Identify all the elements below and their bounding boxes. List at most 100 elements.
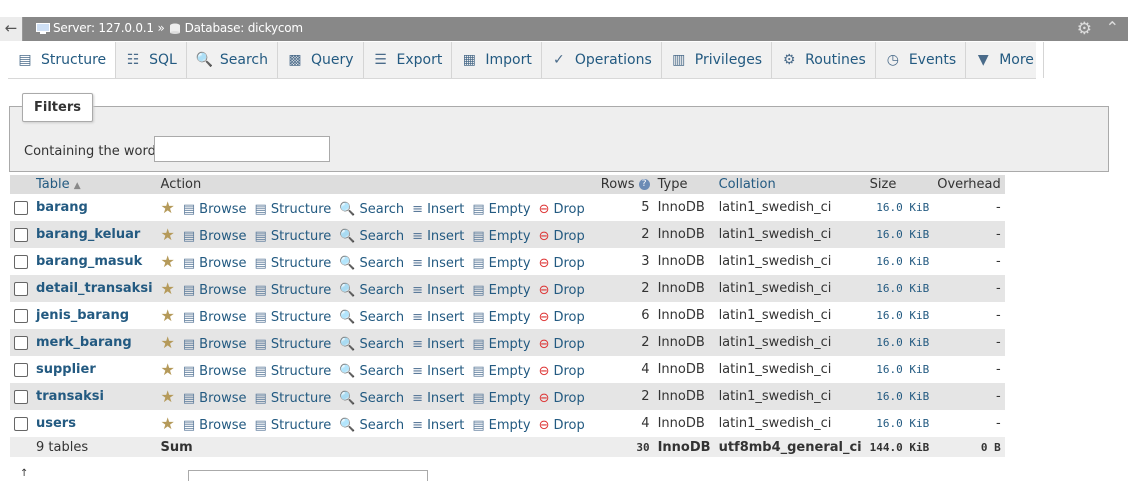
insert-action[interactable]: ≡ Insert	[412, 364, 464, 379]
collation[interactable]: latin1_swedish_ci	[714, 329, 866, 356]
browse-action[interactable]: ▤ Browse	[183, 310, 247, 325]
structure-action[interactable]: ▤ Structure	[255, 310, 332, 325]
table-column-header[interactable]: Table ▲	[32, 175, 157, 194]
collation[interactable]: latin1_swedish_ci	[714, 302, 866, 329]
collation[interactable]: latin1_swedish_ci	[714, 356, 866, 383]
drop-action[interactable]: ⊖ Drop	[539, 283, 585, 298]
search-action[interactable]: 🔍 Search	[339, 391, 404, 406]
gear-icon[interactable]: ⚙	[1077, 19, 1092, 39]
insert-action[interactable]: ≡ Insert	[412, 229, 464, 244]
row-checkbox[interactable]	[14, 389, 28, 404]
insert-action[interactable]: ≡ Insert	[412, 283, 464, 298]
table-name-link[interactable]: barang_masuk	[32, 248, 157, 275]
structure-action[interactable]: ▤ Structure	[255, 229, 332, 244]
row-checkbox[interactable]	[14, 254, 28, 269]
drop-action[interactable]: ⊖ Drop	[539, 229, 585, 244]
tab-events[interactable]: ◷ Events	[876, 42, 967, 78]
empty-action[interactable]: ▤ Empty	[472, 391, 530, 406]
empty-action[interactable]: ▤ Empty	[472, 418, 530, 433]
browse-action[interactable]: ▤ Browse	[183, 418, 247, 433]
tab-query[interactable]: ▩ Query	[278, 42, 364, 78]
collation[interactable]: latin1_swedish_ci	[714, 410, 866, 437]
bulk-action-select[interactable]	[188, 470, 428, 481]
collation[interactable]: latin1_swedish_ci	[714, 383, 866, 410]
empty-action[interactable]: ▤ Empty	[472, 364, 530, 379]
browse-action[interactable]: ▤ Browse	[183, 337, 247, 352]
tab-import[interactable]: ▦ Import	[452, 42, 542, 78]
structure-action[interactable]: ▤ Structure	[255, 418, 332, 433]
tab-sql[interactable]: ☷ SQL	[116, 42, 187, 78]
search-action[interactable]: 🔍 Search	[339, 310, 404, 325]
empty-action[interactable]: ▤ Empty	[472, 283, 530, 298]
table-size[interactable]: 16.0 KiB	[865, 302, 934, 329]
structure-action[interactable]: ▤ Structure	[255, 202, 332, 217]
favorite-star-icon[interactable]: ★	[161, 252, 175, 271]
search-action[interactable]: 🔍 Search	[339, 418, 404, 433]
help-icon[interactable]: ?	[638, 179, 650, 190]
tab-search[interactable]: 🔍 Search	[187, 42, 278, 78]
collation[interactable]: latin1_swedish_ci	[714, 194, 866, 221]
empty-action[interactable]: ▤ Empty	[472, 310, 530, 325]
collation-column-header[interactable]: Collation	[714, 175, 866, 194]
favorite-star-icon[interactable]: ★	[161, 306, 175, 325]
tab-structure[interactable]: ▤ Structure	[8, 42, 117, 78]
row-checkbox[interactable]	[14, 308, 28, 323]
favorite-star-icon[interactable]: ★	[161, 387, 175, 406]
collation[interactable]: latin1_swedish_ci	[714, 221, 866, 248]
row-checkbox[interactable]	[14, 416, 28, 431]
browse-action[interactable]: ▤ Browse	[183, 229, 247, 244]
row-checkbox[interactable]	[14, 281, 28, 296]
tab-privileges[interactable]: ▥ Privileges	[662, 42, 773, 78]
browse-action[interactable]: ▤ Browse	[183, 364, 247, 379]
search-action[interactable]: 🔍 Search	[339, 283, 404, 298]
table-size[interactable]: 16.0 KiB	[865, 194, 934, 221]
table-size[interactable]: 16.0 KiB	[865, 221, 934, 248]
table-size[interactable]: 16.0 KiB	[865, 329, 934, 356]
empty-action[interactable]: ▤ Empty	[472, 337, 530, 352]
table-size[interactable]: 16.0 KiB	[865, 383, 934, 410]
table-name-link[interactable]: supplier	[32, 356, 157, 383]
table-size[interactable]: 16.0 KiB	[865, 410, 934, 437]
row-checkbox[interactable]	[14, 200, 28, 215]
insert-action[interactable]: ≡ Insert	[412, 391, 464, 406]
favorite-star-icon[interactable]: ★	[161, 360, 175, 379]
structure-action[interactable]: ▤ Structure	[255, 364, 332, 379]
favorite-star-icon[interactable]: ★	[161, 279, 175, 298]
favorite-star-icon[interactable]: ★	[161, 414, 175, 433]
search-action[interactable]: 🔍 Search	[339, 229, 404, 244]
table-name-link[interactable]: merk_barang	[32, 329, 157, 356]
browse-action[interactable]: ▤ Browse	[183, 202, 247, 217]
insert-action[interactable]: ≡ Insert	[412, 310, 464, 325]
drop-action[interactable]: ⊖ Drop	[539, 364, 585, 379]
favorite-star-icon[interactable]: ★	[161, 198, 175, 217]
empty-action[interactable]: ▤ Empty	[472, 229, 530, 244]
search-action[interactable]: 🔍 Search	[339, 256, 404, 271]
search-action[interactable]: 🔍 Search	[339, 202, 404, 217]
tab-more[interactable]: ▼ More	[966, 42, 1044, 78]
drop-action[interactable]: ⊖ Drop	[539, 418, 585, 433]
breadcrumb-server[interactable]: Server: 127.0.0.1 »	[53, 21, 165, 35]
drop-action[interactable]: ⊖ Drop	[539, 256, 585, 271]
search-action[interactable]: 🔍 Search	[339, 337, 404, 352]
tab-export[interactable]: ☰ Export	[364, 42, 453, 78]
drop-action[interactable]: ⊖ Drop	[539, 337, 585, 352]
tab-operations[interactable]: ✓ Operations	[542, 42, 662, 78]
insert-action[interactable]: ≡ Insert	[412, 337, 464, 352]
insert-action[interactable]: ≡ Insert	[412, 202, 464, 217]
drop-action[interactable]: ⊖ Drop	[539, 391, 585, 406]
table-name-link[interactable]: barang_keluar	[32, 221, 157, 248]
table-name-link[interactable]: detail_transaksi	[32, 275, 157, 302]
browse-action[interactable]: ▤ Browse	[183, 283, 247, 298]
collation[interactable]: latin1_swedish_ci	[714, 248, 866, 275]
row-checkbox[interactable]	[14, 335, 28, 350]
structure-action[interactable]: ▤ Structure	[255, 256, 332, 271]
drop-action[interactable]: ⊖ Drop	[539, 202, 585, 217]
table-size[interactable]: 16.0 KiB	[865, 275, 934, 302]
structure-action[interactable]: ▤ Structure	[255, 391, 332, 406]
row-checkbox[interactable]	[14, 227, 28, 242]
favorite-star-icon[interactable]: ★	[161, 225, 175, 244]
insert-action[interactable]: ≡ Insert	[412, 256, 464, 271]
table-name-link[interactable]: barang	[32, 194, 157, 221]
favorite-star-icon[interactable]: ★	[161, 333, 175, 352]
table-name-link[interactable]: users	[32, 410, 157, 437]
